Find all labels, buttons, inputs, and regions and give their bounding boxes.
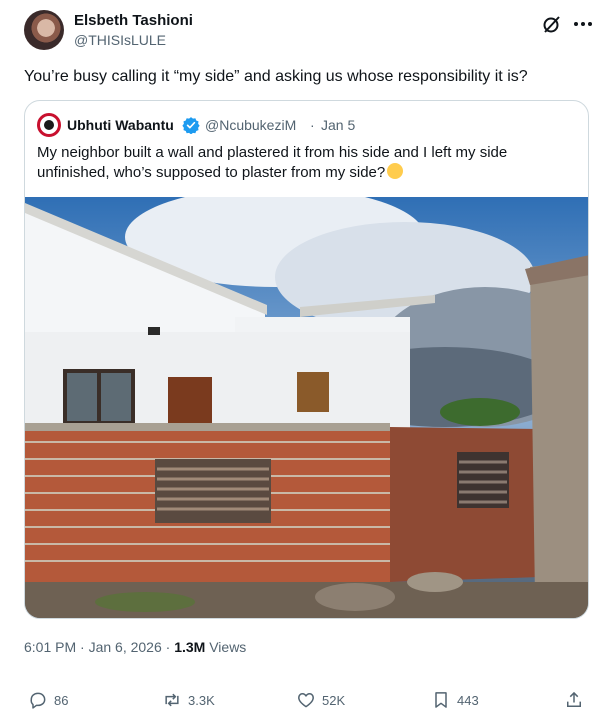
quote-author-name: Ubhuti Wabantu	[67, 117, 174, 133]
tweet-text: You’re busy calling it “my side” and ask…	[24, 68, 528, 85]
author-avatar[interactable]	[24, 10, 64, 50]
views-label: Views	[209, 639, 247, 655]
author-name[interactable]: Elsbeth Tashioni	[74, 12, 193, 29]
quote-date: Jan 5	[321, 117, 356, 133]
quote-text: My neighbor built a wall and plastered i…	[37, 143, 577, 183]
views-count: 1.3M	[174, 639, 206, 655]
author-handle[interactable]: @THISIsLULE	[74, 32, 166, 48]
like-count: 52K	[322, 692, 346, 708]
quote-photo[interactable]	[25, 197, 589, 619]
quoted-tweet[interactable]: Ubhuti Wabantu @NcubukeziM · Jan 5 My ne…	[24, 100, 589, 619]
thinking-face-emoji	[387, 163, 404, 179]
tweet-header: Elsbeth Tashioni @THISIsLULE	[24, 10, 594, 54]
reply-button[interactable]: 86	[28, 688, 68, 712]
bookmark-count: 443	[457, 692, 479, 708]
quote-author-avatar	[37, 113, 61, 137]
tweet-timestamp[interactable]: 6:01 PM · Jan 6, 2026 ·	[24, 639, 170, 655]
like-icon	[298, 693, 314, 708]
repost-button[interactable]: 3.3K	[162, 688, 215, 712]
verified-badge-icon	[182, 117, 200, 134]
reply-icon	[30, 692, 46, 709]
share-icon	[567, 691, 581, 707]
repost-count: 3.3K	[188, 692, 215, 708]
share-button[interactable]	[564, 688, 584, 712]
reply-count: 86	[54, 692, 69, 708]
repost-icon	[165, 693, 179, 707]
grok-icon[interactable]	[542, 14, 562, 34]
quote-author-handle: @NcubukeziM	[205, 117, 297, 133]
tweet-meta: 6:01 PM · Jan 6, 2026 · 1.3M Views	[24, 639, 246, 655]
tweet-actions: 86 3.3K 52K 443	[24, 688, 589, 712]
bookmark-icon	[435, 692, 447, 708]
quote-text-content: My neighbor built a wall and plastered i…	[37, 144, 508, 181]
bookmark-button[interactable]: 443	[431, 688, 479, 712]
more-icon[interactable]	[572, 14, 594, 34]
like-button[interactable]: 52K	[296, 688, 345, 712]
quote-separator: ·	[310, 117, 315, 133]
